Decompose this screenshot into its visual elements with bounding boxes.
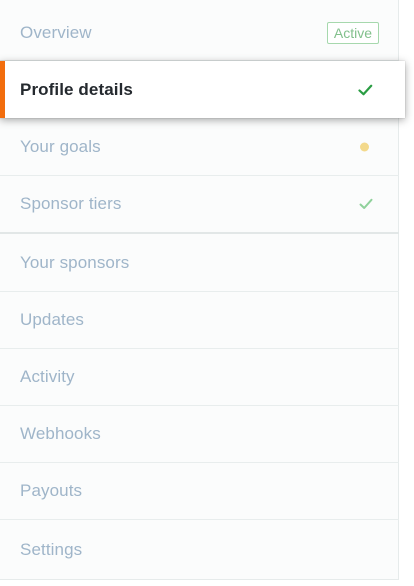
nav-item-label: Profile details [20,79,133,99]
nav-item-label: Overview [20,22,92,42]
check-icon [359,198,373,210]
nav-item-updates[interactable]: Updates [0,292,399,349]
nav-item-your-sponsors[interactable]: Your sponsors [0,234,399,292]
nav-item-overview[interactable]: Overview Active [0,5,399,61]
check-icon [358,84,373,96]
nav-item-label: Activity [20,367,75,386]
nav-item-settings[interactable]: Settings [0,520,399,580]
nav-item-label: Updates [20,310,85,329]
nav-item-sponsor-tiers[interactable]: Sponsor tiers [0,176,399,234]
nav-item-label: Payouts [20,481,83,500]
nav-item-profile-details[interactable]: Profile details [0,61,405,118]
nav-item-payouts[interactable]: Payouts [0,463,399,520]
nav-item-your-goals[interactable]: Your goals [0,118,399,176]
selected-accent-bar [0,61,5,118]
nav-item-label: Your goals [20,136,101,156]
nav-item-label: Sponsor tiers [20,194,122,213]
pending-dot-icon [360,142,369,151]
nav-item-label: Your sponsors [20,252,130,272]
nav-item-activity[interactable]: Activity [0,349,399,406]
nav-item-webhooks[interactable]: Webhooks [0,406,399,463]
nav-item-label: Webhooks [20,424,101,443]
status-badge: Active [326,21,379,44]
nav-item-label: Settings [20,540,83,559]
